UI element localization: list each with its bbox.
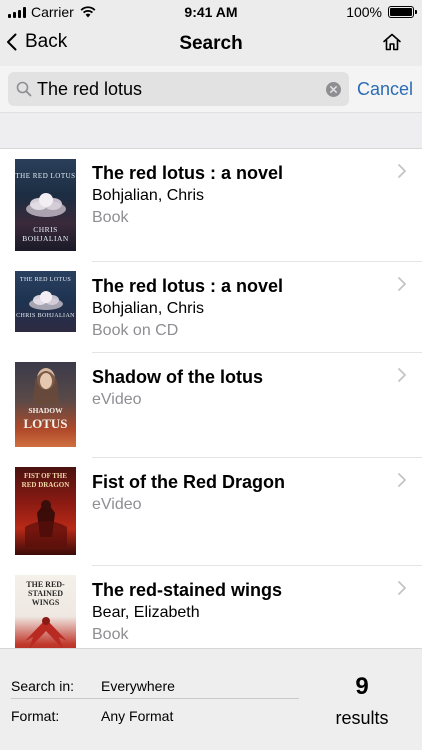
status-bar: Carrier 9:41 AM 100% [0,0,422,24]
search-in-selector[interactable]: Everywhere [101,678,175,694]
results-count-label: results [335,708,389,728]
format-selector[interactable]: Any Format [101,708,173,724]
cover-image: THE RED-STAINED WINGS [15,575,76,648]
figure-illustration [25,500,67,547]
search-input[interactable] [37,76,317,102]
item-format: eVideo [92,391,142,408]
cover-author-text: CHRIS BOHJALIAN [16,313,75,319]
results-header-band [0,112,422,149]
search-icon [16,81,32,97]
cancel-button[interactable]: Cancel [357,79,413,100]
cover-title-text: THE RED LOTUS [15,172,76,180]
result-item[interactable]: THE RED-STAINED WINGS The red-stained wi… [0,566,422,648]
item-format: Book [92,626,129,643]
wings-illustration [25,617,67,648]
item-title: Shadow of the lotus [92,367,263,387]
navigation-bar: Back Search [0,24,422,66]
cover-image: FIST OF THE RED DRAGON [15,467,76,555]
cover-image: SHADOW LOTUS [15,362,76,447]
status-right: 100% [346,4,417,20]
cover-image: THE RED LOTUS CHRIS BOHJALIAN [15,271,76,332]
item-title: The red lotus : a novel [92,163,284,183]
chevron-right-icon [398,164,406,178]
search-field[interactable] [8,72,349,106]
cover-title-text: SHADOW [28,406,63,415]
home-icon [383,33,401,51]
item-author: Bear, Elizabeth [92,604,200,621]
lotus-illustration [29,291,63,310]
filter-panel: Search in: Everywhere Format: Any Format… [0,648,422,750]
result-item[interactable]: THE RED LOTUS CHRIS BOHJALIAN The red lo… [0,262,422,353]
cover-title-text: THE RED LOTUS [19,277,72,283]
filter-divider [11,698,299,699]
lotus-illustration [26,193,66,217]
chevron-right-icon [398,277,406,291]
battery-level [390,8,412,16]
result-item[interactable]: THE RED LOTUS CHRIS BOHJALIAN The red lo… [0,149,422,262]
cover-image: THE RED LOTUS CHRIS BOHJALIAN [15,159,76,251]
item-format: Book on CD [92,322,179,339]
item-format: Book [92,209,129,226]
cover-subtitle-text: LOTUS [23,416,68,431]
item-format: eVideo [92,496,142,513]
item-title: The red-stained wings [92,580,283,600]
search-row: Cancel [0,66,422,112]
home-button[interactable] [382,32,402,57]
close-icon [330,86,337,93]
chevron-right-icon [398,473,406,487]
item-author: Bohjalian, Chris [92,300,205,317]
figure-illustration [33,368,59,404]
clear-search-button[interactable] [326,82,341,97]
search-in-label: Search in: [11,678,75,694]
cover-author-text: CHRIS BOHJALIAN [22,225,69,243]
format-label: Format: [11,708,60,724]
item-title: The red lotus : a novel [92,276,284,296]
chevron-right-icon [398,368,406,382]
cover-title-text: THE RED-STAINED WINGS [26,580,65,607]
page-title: Search [179,33,243,54]
battery-icon [388,6,417,18]
cover-title-text: FIST OF THE RED DRAGON [21,472,70,489]
results-count: 9 [355,673,369,700]
result-item[interactable]: SHADOW LOTUS Shadow of the lotus eVideo [0,353,422,458]
results-list[interactable]: THE RED LOTUS CHRIS BOHJALIAN The red lo… [0,149,422,648]
item-author: Bohjalian, Chris [92,187,205,204]
result-item[interactable]: FIST OF THE RED DRAGON Fist of the Red D… [0,458,422,566]
item-title: Fist of the Red Dragon [92,472,285,492]
chevron-right-icon [398,581,406,595]
battery-percent: 100% [346,4,382,20]
